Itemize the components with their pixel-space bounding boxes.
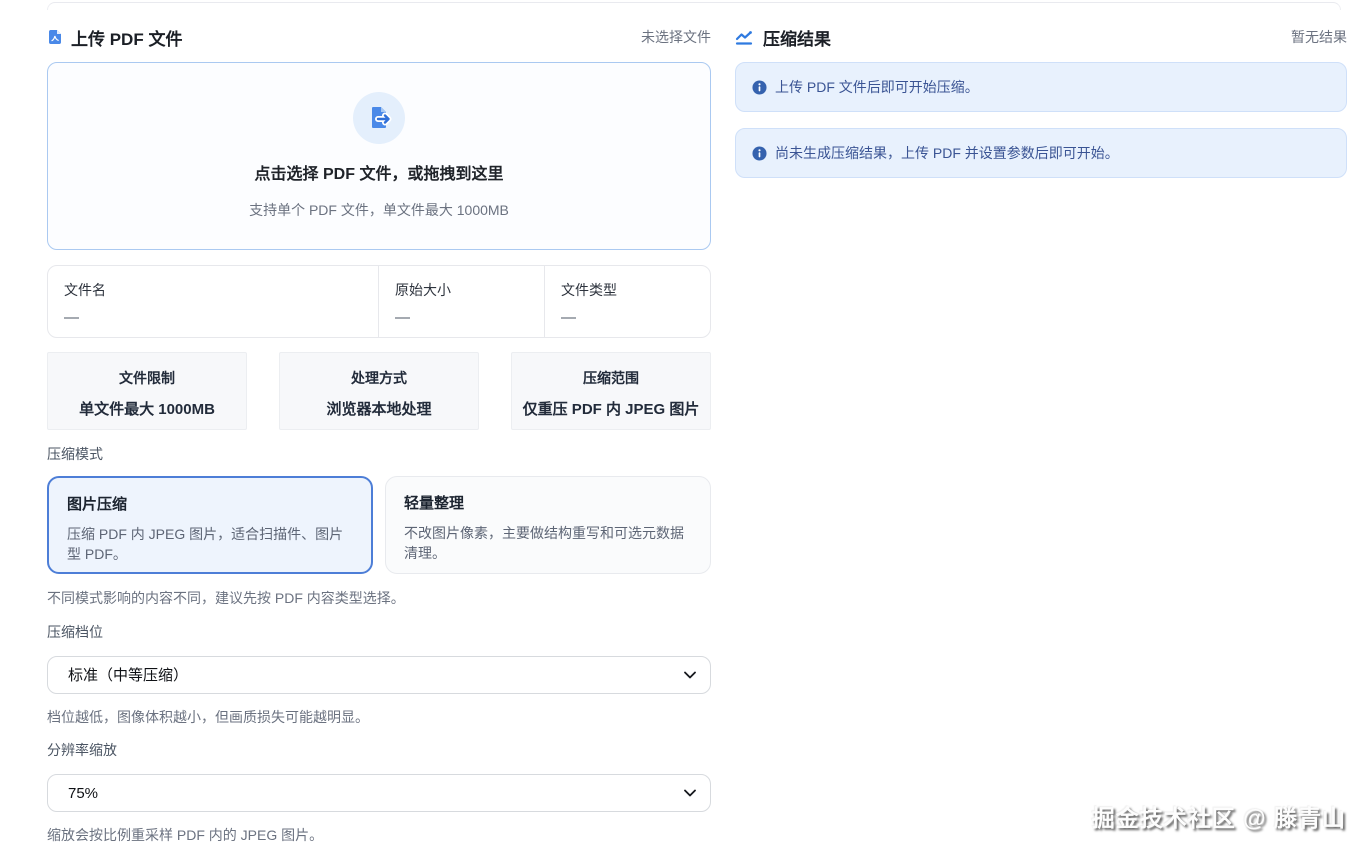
pdf-compressor-page: 上传 PDF 文件 未选择文件 点击选择 PDF 文件，或拖拽到这里 支持单个 … <box>0 0 1372 847</box>
upload-dropzone[interactable]: 点击选择 PDF 文件，或拖拽到这里 支持单个 PDF 文件，单文件最大 100… <box>47 62 711 250</box>
result-status-badge: 暂无结果 <box>1291 27 1347 47</box>
file-export-icon <box>353 92 405 144</box>
quality-hint: 档位越低，图像体积越小，但画质损失可能越明显。 <box>47 710 711 724</box>
result-panel: 压缩结果 暂无结果 上传 PDF 文件后即可开始压缩。 <box>735 27 1347 842</box>
file-type-cell: 文件类型 — <box>544 266 710 337</box>
result-panel-title: 压缩结果 <box>763 25 831 50</box>
stat-scope: 压缩范围 仅重压 PDF 内 JPEG 图片 <box>511 352 711 430</box>
upload-panel: 上传 PDF 文件 未选择文件 点击选择 PDF 文件，或拖拽到这里 支持单个 … <box>47 27 711 842</box>
pdf-file-icon <box>47 29 63 45</box>
file-size-value: — <box>395 309 528 326</box>
stat-value: 仅重压 PDF 内 JPEG 图片 <box>512 398 710 419</box>
file-size-label: 原始大小 <box>395 280 528 300</box>
scale-label: 分辨率缩放 <box>47 743 711 757</box>
two-column-layout: 上传 PDF 文件 未选择文件 点击选择 PDF 文件，或拖拽到这里 支持单个 … <box>47 0 1347 842</box>
file-type-value: — <box>561 309 694 326</box>
capability-stats: 文件限制 单文件最大 1000MB 处理方式 浏览器本地处理 压缩范围 仅重压 … <box>47 352 711 430</box>
mode-description: 不改图片像素，主要做结构重写和可选元数据清理。 <box>404 523 692 563</box>
upload-status-badge: 未选择文件 <box>641 27 711 47</box>
quality-label: 压缩档位 <box>47 625 711 639</box>
file-type-label: 文件类型 <box>561 280 694 300</box>
mode-card-light-cleanup[interactable]: 轻量整理 不改图片像素，主要做结构重写和可选元数据清理。 <box>385 476 711 574</box>
mode-hint: 不同模式影响的内容不同，建议先按 PDF 内容类型选择。 <box>47 591 711 605</box>
info-icon <box>752 146 767 161</box>
stat-value: 浏览器本地处理 <box>280 398 478 419</box>
stat-title: 处理方式 <box>280 368 478 388</box>
stat-title: 压缩范围 <box>512 368 710 388</box>
upload-panel-header: 上传 PDF 文件 未选择文件 <box>47 27 711 47</box>
mode-description: 压缩 PDF 内 JPEG 图片，适合扫描件、图片型 PDF。 <box>67 524 353 564</box>
scale-hint: 缩放会按比例重采样 PDF 内的 JPEG 图片。 <box>47 828 711 842</box>
file-name-label: 文件名 <box>64 280 362 300</box>
mode-card-image-compress[interactable]: 图片压缩 压缩 PDF 内 JPEG 图片，适合扫描件、图片型 PDF。 <box>47 476 373 574</box>
file-name-value: — <box>64 309 362 326</box>
info-icon <box>752 80 767 95</box>
alert-text: 尚未生成压缩结果，上传 PDF 并设置参数后即可开始。 <box>775 145 1119 161</box>
mode-title: 轻量整理 <box>404 492 692 513</box>
alert-upload-to-start: 上传 PDF 文件后即可开始压缩。 <box>735 62 1347 112</box>
alert-text: 上传 PDF 文件后即可开始压缩。 <box>775 79 979 95</box>
mode-title: 图片压缩 <box>67 493 353 514</box>
alert-no-result-yet: 尚未生成压缩结果，上传 PDF 并设置参数后即可开始。 <box>735 128 1347 178</box>
dropzone-subtitle: 支持单个 PDF 文件，单文件最大 1000MB <box>249 200 509 220</box>
file-size-cell: 原始大小 — <box>378 266 544 337</box>
quality-select-wrap: 标准（中等压缩） <box>47 656 711 694</box>
quality-select[interactable]: 标准（中等压缩） <box>47 656 711 694</box>
scale-select[interactable]: 75% <box>47 774 711 812</box>
mode-label: 压缩模式 <box>47 447 711 461</box>
stat-title: 文件限制 <box>48 368 246 388</box>
stat-processing: 处理方式 浏览器本地处理 <box>279 352 479 430</box>
result-panel-header: 压缩结果 暂无结果 <box>735 27 1347 47</box>
stat-file-limit: 文件限制 单文件最大 1000MB <box>47 352 247 430</box>
file-name-cell: 文件名 — <box>48 266 378 337</box>
dropzone-title: 点击选择 PDF 文件，或拖拽到这里 <box>255 160 504 184</box>
mode-cards: 图片压缩 压缩 PDF 内 JPEG 图片，适合扫描件、图片型 PDF。 轻量整… <box>47 476 711 574</box>
stat-value: 单文件最大 1000MB <box>48 398 246 419</box>
chart-line-icon <box>735 29 755 46</box>
upload-panel-title: 上传 PDF 文件 <box>71 25 182 50</box>
file-info-table: 文件名 — 原始大小 — 文件类型 — <box>47 265 711 338</box>
scale-select-wrap: 75% <box>47 774 711 812</box>
